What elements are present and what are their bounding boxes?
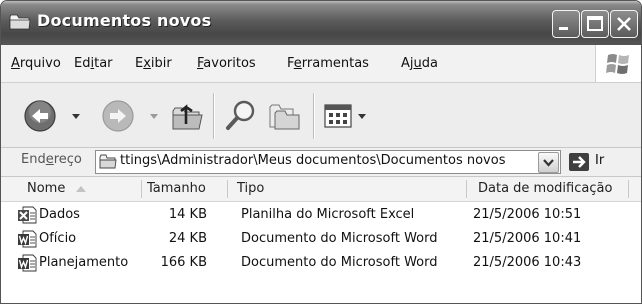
column-divider[interactable] [141, 180, 142, 198]
word-file-icon [18, 230, 37, 248]
window-title: Documentos novos [37, 11, 212, 30]
windows-logo-icon [606, 54, 629, 74]
address-dropdown-button[interactable] [538, 152, 559, 173]
address-path: ttings\Administrador\Meus documentos\Doc… [120, 153, 506, 168]
file-size: 14 KB [168, 207, 207, 222]
file-name: Dados [39, 207, 80, 222]
toolbar-separator [213, 93, 215, 139]
minimize-button[interactable] [552, 10, 580, 38]
toolbar-separator [313, 93, 315, 139]
views-dropdown-icon[interactable] [357, 113, 367, 121]
file-modified: 21/5/2006 10:41 [473, 231, 582, 246]
folder-icon [99, 154, 117, 169]
close-icon [617, 17, 631, 31]
excel-file-icon [18, 206, 37, 224]
file-row[interactable]: Planejamento 166 KB Documento do Microso… [1, 251, 641, 275]
file-name: Ofício [39, 231, 77, 246]
forward-icon[interactable] [101, 99, 135, 133]
close-button[interactable] [610, 10, 638, 38]
maximize-icon [587, 16, 603, 31]
menu-ferramentas[interactable]: Ferramentas [287, 56, 369, 71]
sort-ascending-icon [76, 186, 86, 192]
menu-ajuda[interactable]: Ajuda [401, 56, 438, 71]
folder-icon [9, 14, 31, 30]
toolbar [1, 83, 641, 148]
menu-exibir[interactable]: Exibir [135, 56, 172, 71]
maximize-button[interactable] [581, 10, 609, 38]
file-name: Planejamento [39, 255, 129, 270]
file-modified: 21/5/2006 10:51 [473, 207, 582, 222]
go-button[interactable] [568, 152, 590, 172]
file-modified: 21/5/2006 10:43 [473, 255, 582, 270]
column-header-name[interactable]: Nome [27, 181, 65, 196]
address-input[interactable]: ttings\Administrador\Meus documentos\Doc… [95, 150, 561, 174]
search-icon[interactable] [223, 97, 259, 133]
address-label: Endereço [21, 152, 82, 167]
forward-dropdown-icon[interactable] [149, 113, 159, 121]
go-arrow-icon [569, 153, 589, 171]
column-divider[interactable] [466, 180, 467, 198]
minimize-icon [559, 27, 568, 30]
up-folder-icon[interactable] [169, 97, 205, 133]
views-icon[interactable] [323, 102, 353, 130]
column-divider[interactable] [227, 180, 228, 198]
folders-icon[interactable] [267, 99, 303, 133]
file-row[interactable]: Ofício 24 KB Documento do Microsoft Word… [1, 227, 641, 251]
column-divider[interactable] [628, 180, 629, 198]
word-file-icon [18, 254, 37, 272]
file-size: 24 KB [168, 231, 207, 246]
menu-bar: Arquivo Editar Exibir Favoritos Ferramen… [1, 45, 641, 83]
column-header-size[interactable]: Tamanho [147, 181, 206, 196]
go-label[interactable]: Ir [595, 153, 604, 168]
file-row[interactable]: Dados 14 KB Planilha do Microsoft Excel … [1, 203, 641, 227]
windows-logo-area [595, 45, 641, 82]
column-headers: Nome Tamanho Tipo Data de modificação [1, 177, 641, 202]
title-bar[interactable]: Documentos novos [1, 1, 641, 45]
file-type: Documento do Microsoft Word [241, 255, 438, 270]
file-size: 166 KB [160, 255, 207, 270]
explorer-window: Documentos novos Arquivo Editar Exibir F… [0, 0, 642, 304]
menu-arquivo[interactable]: Arquivo [11, 56, 61, 71]
chevron-down-icon [543, 159, 554, 167]
back-dropdown-icon[interactable] [71, 113, 81, 121]
address-bar: Endereço ttings\Administrador\Meus docum… [1, 148, 641, 177]
menu-favoritos[interactable]: Favoritos [197, 56, 256, 71]
column-header-modified[interactable]: Data de modificação [478, 181, 612, 196]
file-type: Documento do Microsoft Word [241, 231, 438, 246]
back-icon[interactable] [23, 99, 57, 133]
column-header-type[interactable]: Tipo [237, 181, 264, 196]
menu-editar[interactable]: Editar [74, 56, 113, 71]
file-type: Planilha do Microsoft Excel [241, 207, 415, 222]
